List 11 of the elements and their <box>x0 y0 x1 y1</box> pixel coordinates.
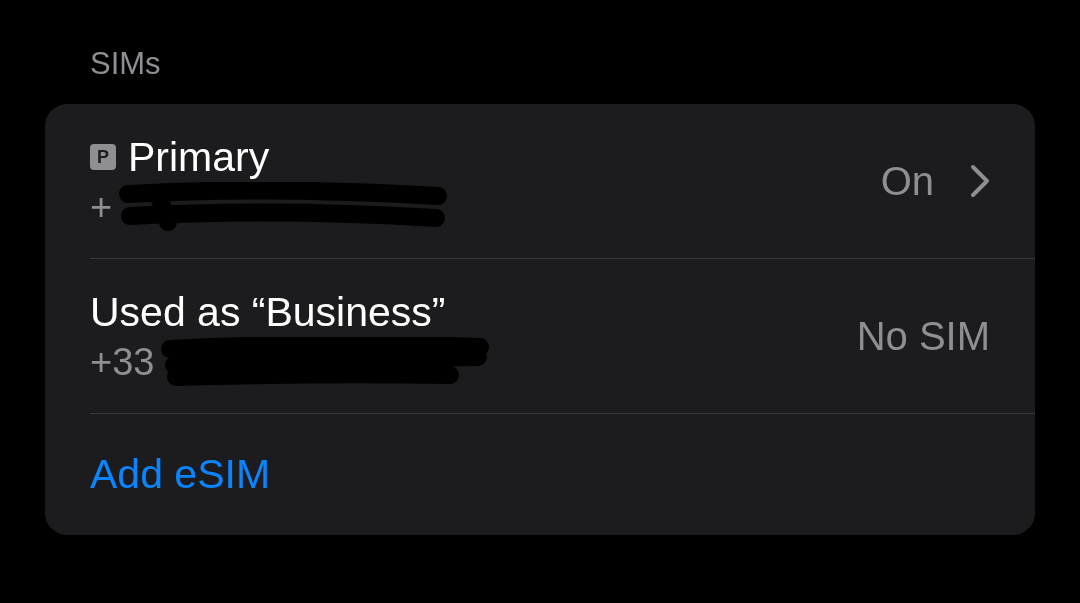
phone-number: +33 <box>90 340 155 384</box>
sim-status: No SIM <box>856 313 990 359</box>
primary-badge: P <box>90 144 116 170</box>
sim-row[interactable]: P Primary + On <box>90 104 1035 259</box>
phone-number: + <box>90 185 113 229</box>
sim-row[interactable]: Used as “Business” +33 No SIM <box>90 259 1035 414</box>
sim-name: Primary <box>128 133 270 181</box>
sim-status: On <box>880 158 934 204</box>
section-header: SIMs <box>90 46 162 82</box>
add-esim-link[interactable]: Add eSIM <box>90 451 271 498</box>
sim-name: Used as “Business” <box>90 288 446 336</box>
